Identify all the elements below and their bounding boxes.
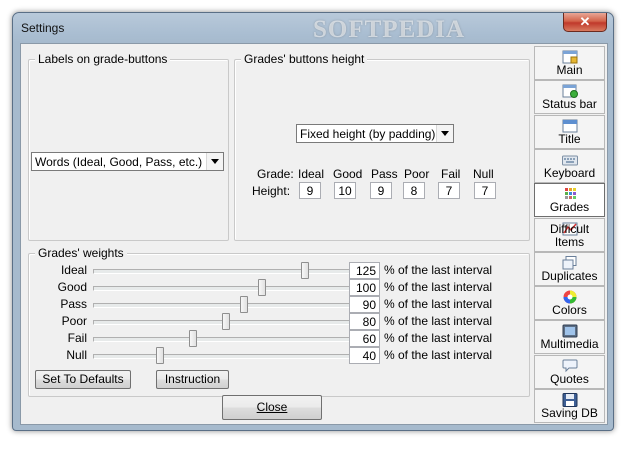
set-defaults-button[interactable]: Set To Defaults [35,370,131,389]
tab-label: Title [558,131,581,146]
grade-name-poor: Poor [404,167,430,181]
tab-label: Grades [549,200,590,215]
weight-slider-thumb-good[interactable] [258,279,266,296]
height-field-pass[interactable]: 9 [370,182,392,199]
weight-slider-fail[interactable] [93,337,351,342]
tab-label: Status bar [542,97,597,112]
grade-name-fail: Fail [441,167,461,181]
weight-value-fail[interactable]: 60 [349,330,380,347]
weight-label-poor: Poor [61,314,87,328]
close-button[interactable]: Close [222,395,322,420]
tab-label: Main [556,63,583,77]
weight-slider-null[interactable] [93,354,351,359]
height-mode-value: Fixed height (by padding) [300,127,436,141]
tab-saving-db[interactable]: Saving DB [534,389,605,423]
duplicates-icon [562,255,578,270]
weight-slider-good[interactable] [93,286,351,291]
weight-slider-thumb-poor[interactable] [222,313,230,330]
chevron-down-icon [206,153,223,170]
weight-suffix-ideal: % of the last interval [384,263,493,277]
height-field-fail[interactable]: 7 [438,182,460,199]
weight-value-pass[interactable]: 90 [349,296,380,313]
tab-label: Saving DB [541,406,598,420]
height-group-legend: Grades' buttons height [241,52,368,66]
watermark: SOFTPEDIA [313,16,466,43]
weight-label-null: Null [66,348,87,362]
tab-keyboard[interactable]: Keyboard [534,148,605,183]
tab-label: Multimedia [540,337,599,352]
weight-slider-thumb-null[interactable] [156,347,164,364]
title-window-icon [562,119,578,133]
status-bar-icon [562,84,578,99]
labels-mode-value: Words (Ideal, Good, Pass, etc.) [35,155,203,169]
weights-group-legend: Grades' weights [35,246,127,260]
weight-slider-thumb-fail[interactable] [189,330,197,347]
chevron-down-icon [436,125,453,142]
height-row-label: Height: [252,184,291,198]
speech-bubble-icon [562,359,578,373]
tab-duplicates[interactable]: Duplicates [534,251,605,286]
keyboard-icon [562,153,578,167]
floppy-disk-icon [562,393,578,407]
tab-grades[interactable]: Grades [534,183,605,218]
weight-slider-pass[interactable] [93,303,351,308]
tab-label: Quotes [550,371,589,386]
main-settings-icon [562,50,578,64]
instruction-button[interactable]: Instruction [156,370,229,389]
window-title: Settings [21,21,65,35]
height-group: Grades' buttons height Fixed height (by … [234,52,530,241]
weight-slider-ideal[interactable] [93,269,351,274]
grades-grid-icon [562,187,578,201]
weight-suffix-null: % of the last interval [384,348,493,362]
settings-window: Settings SOFTPEDIA ✕ Labels on grade-but… [12,12,614,431]
tab-colors[interactable]: Colors [534,286,605,321]
weight-label-ideal: Ideal [60,263,87,277]
weight-slider-thumb-pass[interactable] [240,296,248,313]
weight-label-pass: Pass [60,297,87,311]
window-close-button[interactable]: ✕ [563,13,607,32]
tab-difficult-items[interactable]: Difficult Items [534,217,605,252]
weight-value-null[interactable]: 40 [349,347,380,364]
grade-name-ideal: Ideal [298,167,325,181]
tab-label: Duplicates [541,268,598,283]
tab-label: Difficult Items [549,221,590,249]
weight-suffix-pass: % of the last interval [384,297,493,311]
tab-title[interactable]: Title [534,114,605,149]
tab-quotes[interactable]: Quotes [534,354,605,389]
height-field-poor[interactable]: 8 [403,182,425,199]
multimedia-icon [562,324,578,338]
height-field-good[interactable]: 10 [334,182,356,199]
grade-row-label: Grade: [257,167,294,181]
labels-mode-select[interactable]: Words (Ideal, Good, Pass, etc.) [31,152,224,171]
color-wheel-icon [562,290,578,304]
weight-value-poor[interactable]: 80 [349,313,380,330]
grade-name-null: Null [473,167,494,181]
grade-name-pass: Pass [371,167,398,181]
weight-label-fail: Fail [67,331,87,345]
height-field-ideal[interactable]: 9 [299,182,321,199]
weight-slider-thumb-ideal[interactable] [301,262,309,279]
labels-group: Labels on grade-buttons Words (Ideal, Go… [28,52,229,241]
tab-label: Keyboard [543,165,596,180]
weight-suffix-poor: % of the last interval [384,314,493,328]
weight-label-good: Good [57,280,87,294]
weight-value-ideal[interactable]: 125 [349,262,380,279]
dialog-client-area: Labels on grade-buttons Words (Ideal, Go… [20,43,608,425]
grade-name-good: Good [333,167,363,181]
labels-group-legend: Labels on grade-buttons [35,52,171,66]
tab-status-bar[interactable]: Status bar [534,80,605,115]
height-mode-select[interactable]: Fixed height (by padding) [296,124,454,143]
weight-suffix-good: % of the last interval [384,280,493,294]
weights-group: Grades' weights Ideal 125 % of the last in… [28,246,530,397]
height-field-null[interactable]: 7 [474,182,496,199]
weight-value-good[interactable]: 100 [349,279,380,296]
tab-multimedia[interactable]: Multimedia [534,320,605,355]
tab-label: Colors [552,303,587,318]
weight-suffix-fail: % of the last interval [384,331,493,345]
tab-main[interactable]: Main [534,46,605,80]
